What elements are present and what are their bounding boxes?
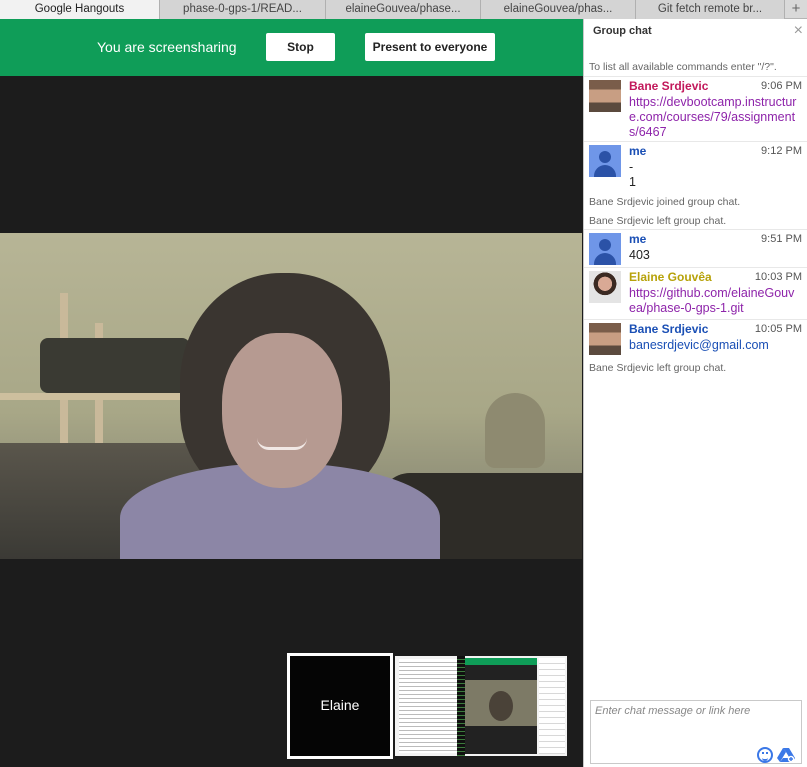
stop-button[interactable]: Stop	[266, 33, 335, 61]
chat-hint: To list all available commands enter "/?…	[589, 61, 777, 73]
participant-thumbnail-elaine[interactable]: Elaine	[287, 653, 393, 759]
message-time: 9:12 PM	[761, 145, 802, 157]
screenshare-status-text: You are screensharing	[97, 39, 237, 55]
message-body: banesrdjevic@gmail.com	[629, 338, 801, 353]
video-person-face	[222, 333, 342, 488]
thumbnail-face	[489, 691, 513, 721]
chat-message: Elaine Gouvêa 10:03 PM https://github.co…	[584, 268, 807, 318]
message-line: -	[629, 160, 634, 174]
drive-icon[interactable]	[777, 747, 795, 763]
video-stage: Elaine	[0, 76, 583, 767]
message-time: 10:05 PM	[754, 323, 802, 335]
close-icon[interactable]: ×	[794, 21, 803, 41]
avatar[interactable]	[589, 323, 621, 355]
chat-message: me 9:12 PM - 1	[584, 142, 807, 192]
browser-tab-bar: Google Hangouts phase-0-gps-1/READ... el…	[0, 0, 807, 19]
chat-input-placeholder: Enter chat message or link here	[595, 705, 751, 717]
screenshare-banner: You are screensharing Stop Present to ev…	[0, 19, 583, 76]
message-body: https://github.com/elaineGouvea/phase-0-…	[629, 286, 801, 316]
message-body: 403	[629, 248, 650, 262]
video-person-smile	[257, 438, 307, 450]
tab-label: elaineGouvea/phas...	[503, 3, 613, 15]
system-message: Bane Srdjevic left group chat.	[589, 215, 727, 227]
message-sender[interactable]: Bane Srdjevic	[629, 322, 708, 336]
system-message: Bane Srdjevic left group chat.	[589, 362, 727, 374]
tab-label: elaineGouvea/phase...	[345, 3, 461, 15]
group-chat-panel: Group chat × To list all available comma…	[583, 19, 807, 767]
message-line: 1	[629, 175, 636, 189]
message-sender[interactable]: me	[629, 232, 646, 246]
message-time: 10:03 PM	[754, 271, 802, 283]
tab-git-fetch[interactable]: Git fetch remote br...	[636, 0, 785, 19]
thumbnail-terminal-strip	[457, 656, 465, 756]
system-message: Bane Srdjevic joined group chat.	[589, 196, 741, 208]
participant-name: Elaine	[320, 697, 360, 713]
tab-label: phase-0-gps-1/READ...	[183, 3, 302, 15]
message-body: https://devbootcamp.instructure.com/cour…	[629, 95, 801, 140]
chat-message-input[interactable]: Enter chat message or link here	[590, 700, 802, 764]
main-video-feed	[0, 233, 582, 559]
tab-elaine-phase-2[interactable]: elaineGouvea/phas...	[481, 0, 636, 19]
avatar[interactable]	[589, 271, 621, 303]
message-link[interactable]: https://devbootcamp.instructure.com/cour…	[629, 95, 796, 139]
tab-elaine-phase-1[interactable]: elaineGouvea/phase...	[326, 0, 481, 19]
message-sender[interactable]: me	[629, 144, 646, 158]
tab-phase-0-readme[interactable]: phase-0-gps-1/READ...	[160, 0, 326, 19]
tab-label: Git fetch remote br...	[657, 3, 763, 15]
video-lamp	[485, 393, 545, 468]
present-to-everyone-button[interactable]: Present to everyone	[365, 33, 495, 61]
message-time: 9:06 PM	[761, 80, 802, 92]
message-time: 9:51 PM	[761, 233, 802, 245]
thumbnail-document	[399, 659, 461, 753]
avatar[interactable]	[589, 233, 621, 265]
tab-google-hangouts[interactable]: Google Hangouts	[0, 0, 160, 19]
message-sender[interactable]: Bane Srdjevic	[629, 79, 708, 93]
chat-message: Bane Srdjevic 10:05 PM banesrdjevic@gmai…	[584, 320, 807, 356]
chat-header: Group chat ×	[584, 19, 807, 43]
chat-message: me 9:51 PM 403	[584, 230, 807, 266]
thumbnail-chat	[539, 658, 565, 754]
chat-message: Bane Srdjevic 9:06 PM https://devbootcam…	[584, 77, 807, 140]
new-tab-button[interactable]: +	[785, 0, 807, 18]
tab-label: Google Hangouts	[34, 3, 125, 15]
avatar[interactable]	[589, 80, 621, 112]
message-link[interactable]: https://github.com/elaineGouvea/phase-0-…	[629, 286, 794, 315]
emoji-icon[interactable]	[757, 747, 773, 763]
thumbnail-green-banner	[465, 658, 537, 665]
message-link[interactable]: banesrdjevic@gmail.com	[629, 338, 769, 352]
chat-title: Group chat	[593, 25, 652, 37]
message-body: - 1	[629, 160, 801, 190]
message-sender[interactable]: Elaine Gouvêa	[629, 270, 712, 284]
screenshare-thumbnail[interactable]	[395, 656, 567, 756]
avatar[interactable]	[589, 145, 621, 177]
